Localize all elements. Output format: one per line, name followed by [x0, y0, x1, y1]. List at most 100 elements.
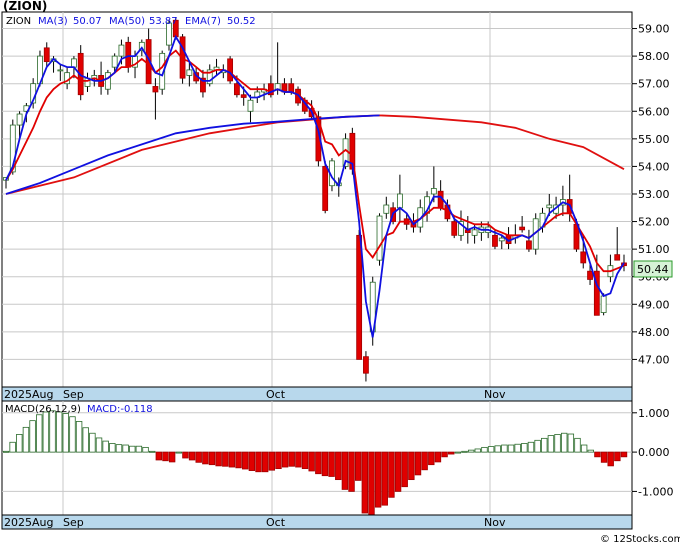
macd-bar — [448, 451, 455, 455]
macd-bar — [607, 451, 614, 467]
candle-body — [356, 234, 363, 360]
candle-body — [247, 99, 254, 112]
macd-tick-label: 0.000 — [638, 446, 670, 459]
price-tick-label: 55.00 — [638, 133, 670, 146]
macd-bar — [42, 411, 50, 453]
last-price-marker: 50.44 — [633, 260, 673, 278]
macd-bar — [315, 451, 322, 475]
candle-body — [546, 204, 553, 209]
x-label-sep-top: Sep — [63, 388, 84, 401]
candle-body — [234, 83, 240, 96]
legend-symbol: ZION — [6, 16, 31, 27]
macd-bar — [155, 451, 163, 461]
macd-tick-label: -1.000 — [638, 485, 673, 498]
candle-body — [471, 229, 478, 236]
macd-bar — [527, 441, 535, 453]
macd-bar — [182, 451, 189, 459]
macd-bar — [168, 451, 176, 463]
macd-bar — [301, 451, 309, 470]
candle-body — [430, 188, 437, 195]
macd-bar — [494, 445, 501, 453]
candle-body — [587, 270, 593, 280]
candle-body — [519, 226, 526, 231]
macd-bar — [434, 451, 442, 463]
macd-bar — [188, 451, 196, 461]
macd-bar — [408, 451, 415, 481]
x-label-oct-bottom: Oct — [266, 516, 286, 529]
macd-bar — [9, 441, 16, 453]
x-label-oct-top: Oct — [266, 388, 286, 401]
macd-bar — [368, 451, 375, 518]
macd-bar — [195, 451, 202, 463]
macd-bar — [600, 451, 608, 463]
candle-body — [152, 86, 159, 93]
legend-ma50-value: 53.87 — [149, 16, 178, 27]
macd-bar — [507, 444, 515, 453]
last-price-label: 50.44 — [637, 263, 669, 276]
indicator-legend: ZION MA(3) 50.07 MA(50) 53.87 EMA(7) 50.… — [6, 16, 256, 27]
macd-bar — [341, 451, 349, 490]
x-label-aug-bottom: 2025Aug — [4, 516, 53, 529]
macd-tick-label: 1.000 — [638, 407, 670, 420]
candle-body — [104, 72, 111, 90]
macd-bar — [89, 432, 96, 453]
legend-ema7-label: EMA(7) — [185, 16, 221, 27]
macd-bar — [461, 450, 468, 453]
candle-body — [376, 215, 383, 261]
x-label-nov-top: Nov — [484, 388, 506, 401]
price-tick-label: 58.00 — [638, 50, 670, 63]
macd-legend-value: MACD:-0.118 — [87, 404, 153, 415]
macd-bar — [49, 410, 56, 453]
macd-bar — [474, 448, 482, 453]
legend-ma3-value: 50.07 — [73, 16, 102, 27]
candle-body — [240, 94, 247, 98]
macd-bar — [441, 451, 448, 458]
candle-body — [16, 113, 23, 126]
macd-bar — [261, 451, 269, 473]
macd-bar — [16, 434, 23, 453]
macd-bar — [135, 445, 143, 453]
candle — [376, 213, 383, 266]
price-tick-label: 57.00 — [638, 78, 670, 91]
price-tick-label: 56.00 — [638, 105, 670, 118]
chart-title: (ZION) — [3, 0, 47, 13]
macd-bar — [22, 426, 30, 453]
legend-ma3-label: MA(3) — [38, 16, 68, 27]
price-tick-label: 52.00 — [638, 216, 670, 229]
macd-bar — [521, 443, 528, 453]
macd-bar — [321, 451, 329, 477]
macd-bar — [228, 451, 236, 468]
price-panel-frame — [1, 11, 633, 388]
macd-bar — [547, 435, 555, 453]
macd-bar — [335, 451, 342, 481]
macd-bar — [560, 432, 568, 453]
stock-chart: 47.0048.0049.0050.0051.0052.0053.0054.00… — [1, 0, 680, 545]
macd-bar — [109, 443, 116, 453]
price-tick-label: 59.00 — [638, 23, 670, 36]
macd-bar — [454, 451, 462, 454]
candle-body — [600, 295, 607, 313]
macd-bar — [348, 451, 355, 492]
macd-bar — [62, 413, 70, 453]
candle-body — [396, 193, 403, 209]
legend-ma50-label: MA(50) — [109, 16, 145, 27]
macd-bar — [162, 451, 169, 462]
macd-bar — [295, 451, 302, 468]
macd-bar — [215, 451, 222, 467]
macd-bar — [222, 451, 229, 467]
macd-bar — [428, 451, 435, 466]
macd-bar — [534, 439, 541, 453]
candle-body — [383, 204, 390, 214]
date-band-bottom — [1, 514, 633, 530]
macd-bar — [129, 445, 136, 453]
macd-bar — [620, 451, 628, 458]
macd-bar — [82, 427, 89, 453]
price-tick-label: 49.00 — [638, 298, 670, 311]
macd-bar — [268, 451, 276, 471]
macd-bar — [421, 451, 428, 471]
price-tick-label: 54.00 — [638, 160, 670, 173]
macd-bar — [541, 437, 548, 453]
candle-body — [71, 58, 77, 68]
macd-bar — [115, 444, 123, 453]
watermark: © 12Stocks.com — [600, 534, 680, 545]
